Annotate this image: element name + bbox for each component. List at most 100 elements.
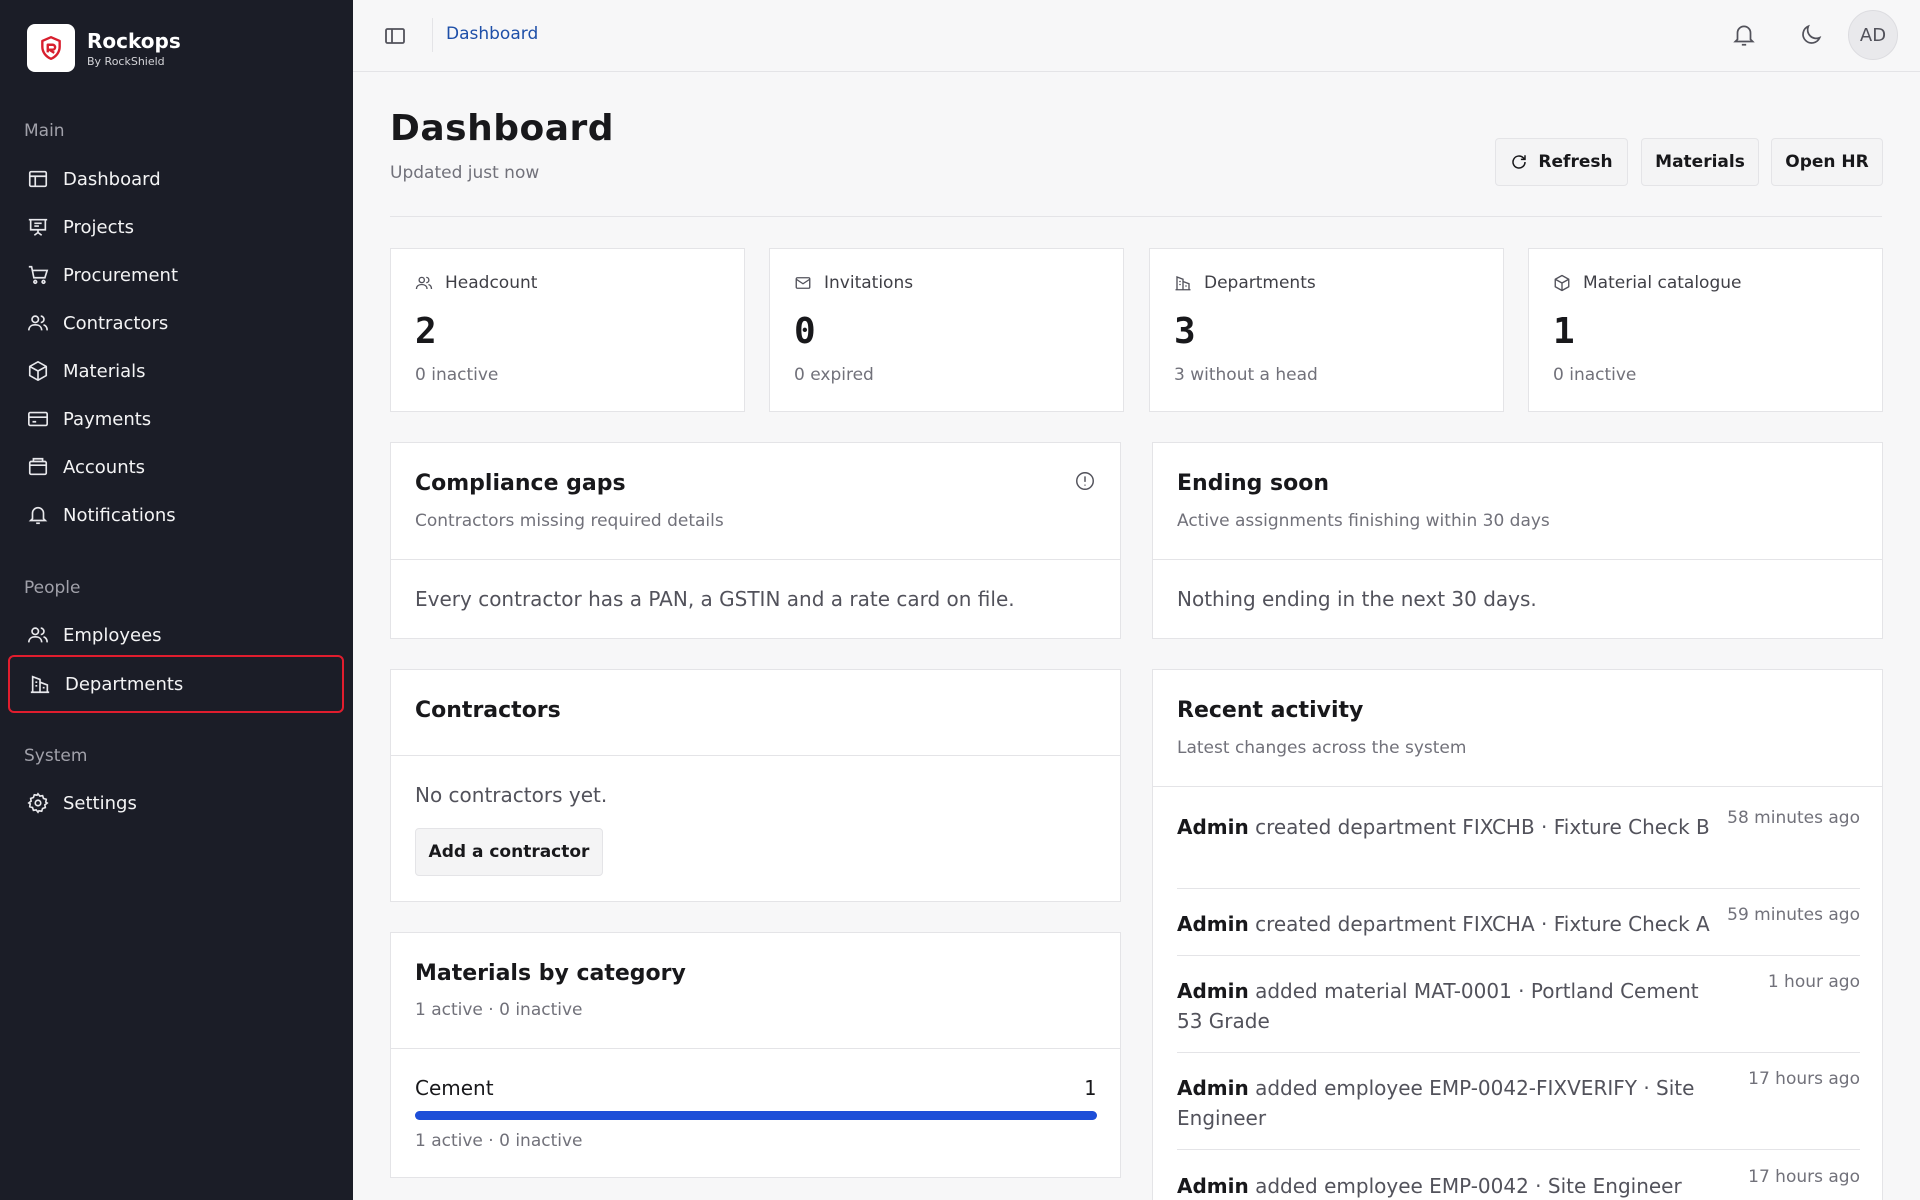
category-progress-fill (415, 1111, 1097, 1120)
sidebar-item-procurement[interactable]: Procurement (8, 251, 344, 299)
sidebar-item-label: Procurement (63, 264, 179, 286)
section-label-people: People (24, 578, 81, 598)
stat-label: Headcount (445, 273, 538, 293)
sidebar-item-departments[interactable]: Departments (8, 655, 344, 713)
topbar: Dashboard AD (353, 0, 1920, 72)
sidebar-item-payments[interactable]: Payments (8, 395, 344, 443)
activity-time: 1 hour ago (1767, 972, 1860, 992)
brand[interactable]: Rockops By RockShield (27, 24, 181, 72)
sidebar-item-accounts[interactable]: Accounts (8, 443, 344, 491)
stat-value: 0 (794, 311, 816, 352)
building-icon (29, 673, 51, 695)
card-title: Compliance gaps (415, 471, 626, 496)
activity-text: created department FIXCHB · Fixture Chec… (1255, 815, 1710, 839)
stat-label: Departments (1204, 273, 1316, 293)
open-hr-button[interactable]: Open HR (1771, 138, 1883, 186)
stat-note: 0 inactive (415, 365, 499, 385)
activity-divider (1177, 1052, 1860, 1053)
sidebar-toggle-icon[interactable] (383, 24, 407, 48)
card-subtitle: Contractors missing required details (415, 511, 724, 531)
header-divider (390, 216, 1882, 217)
refresh-icon (1510, 153, 1528, 171)
info-icon[interactable] (1074, 470, 1096, 492)
users-icon (27, 312, 49, 334)
stat-label: Material catalogue (1583, 273, 1742, 293)
page-title: Dashboard (390, 108, 615, 149)
contractors-card: Contractors No contractors yet. Add a co… (390, 669, 1121, 902)
sidebar-item-projects[interactable]: Projects (8, 203, 344, 251)
sidebar-item-settings[interactable]: Settings (8, 779, 344, 827)
sidebar-item-label: Projects (63, 216, 134, 238)
sidebar: Rockops By RockShield Main Dashboard Pro… (0, 0, 353, 1200)
card-body: No contractors yet. (415, 783, 608, 807)
sidebar-item-label: Accounts (63, 456, 146, 478)
stat-note: 0 expired (794, 365, 874, 385)
breadcrumb[interactable]: Dashboard (446, 24, 538, 44)
card-title: Materials by category (415, 961, 686, 986)
section-label-main: Main (24, 121, 65, 141)
card-title: Recent activity (1177, 698, 1364, 723)
category-progress-track (415, 1111, 1097, 1120)
refresh-label: Refresh (1538, 152, 1613, 172)
add-contractor-button[interactable]: Add a contractor (415, 828, 603, 876)
brand-name: Rockops (87, 28, 181, 53)
sidebar-item-dashboard[interactable]: Dashboard (8, 155, 344, 203)
activity-time: 59 minutes ago (1727, 905, 1860, 925)
activity-actor: Admin (1177, 912, 1249, 936)
activity-time: 58 minutes ago (1727, 808, 1860, 828)
card-subtitle: Latest changes across the system (1177, 738, 1467, 758)
activity-text: created department FIXCHA · Fixture Chec… (1255, 912, 1710, 936)
card-body: Nothing ending in the next 30 days. (1177, 587, 1537, 611)
activity-divider (1177, 888, 1860, 889)
activity-time: 17 hours ago (1748, 1069, 1860, 1089)
stat-card-material-catalogue: Material catalogue 1 0 inactive (1528, 248, 1883, 412)
ending-soon-card: Ending soon Active assignments finishing… (1152, 442, 1883, 639)
activity-row: Admin added employee EMP-0042-FIXVERIFY … (1177, 1069, 1860, 1150)
category-name: Cement (415, 1076, 494, 1100)
cart-icon (27, 264, 49, 286)
sidebar-item-notifications[interactable]: Notifications (8, 491, 344, 539)
avatar[interactable]: AD (1848, 10, 1898, 60)
sidebar-item-label: Materials (63, 360, 146, 382)
sidebar-item-label: Notifications (63, 504, 176, 526)
activity-actor: Admin (1177, 1076, 1249, 1100)
users-icon (27, 624, 49, 646)
sidebar-item-label: Settings (63, 792, 137, 814)
building-icon (1174, 274, 1192, 292)
stat-card-headcount: Headcount 2 0 inactive (390, 248, 745, 412)
materials-button[interactable]: Materials (1641, 138, 1759, 186)
sidebar-item-materials[interactable]: Materials (8, 347, 344, 395)
bell-icon[interactable] (1731, 22, 1757, 48)
materials-by-category-card: Materials by category 1 active · 0 inact… (390, 932, 1121, 1178)
card-title: Contractors (415, 698, 561, 723)
sidebar-item-employees[interactable]: Employees (8, 611, 344, 659)
page-subtitle: Updated just now (390, 163, 540, 183)
card-subtitle: Active assignments finishing within 30 d… (1177, 511, 1550, 531)
users-icon (415, 274, 433, 292)
activity-actor: Admin (1177, 1174, 1249, 1198)
stat-label: Invitations (824, 273, 914, 293)
stat-card-invitations: Invitations 0 0 expired (769, 248, 1124, 412)
box-icon (1553, 274, 1571, 292)
refresh-button[interactable]: Refresh (1495, 138, 1628, 186)
topbar-separator (432, 18, 433, 52)
moon-icon[interactable] (1798, 22, 1824, 48)
activity-divider (1177, 955, 1860, 956)
stat-value: 3 (1174, 311, 1196, 352)
presentation-icon (27, 216, 49, 238)
sidebar-item-label: Departments (65, 673, 184, 695)
stat-card-departments: Departments 3 3 without a head (1149, 248, 1504, 412)
card-subtitle: 1 active · 0 inactive (415, 1000, 583, 1020)
sidebar-item-label: Employees (63, 624, 162, 646)
activity-text: added employee EMP-0042-FIXVERIFY · Site… (1177, 1076, 1695, 1130)
mail-icon (794, 274, 812, 292)
card-divider (1153, 559, 1882, 560)
activity-text: added material MAT-0001 · Portland Cemen… (1177, 979, 1699, 1033)
activity-time: 17 hours ago (1748, 1167, 1860, 1187)
brand-subtitle: By RockShield (87, 54, 165, 68)
category-detail: 1 active · 0 inactive (415, 1131, 583, 1151)
activity-actor: Admin (1177, 979, 1249, 1003)
sidebar-item-contractors[interactable]: Contractors (8, 299, 344, 347)
sidebar-item-label: Payments (63, 408, 152, 430)
box-icon (27, 360, 49, 382)
